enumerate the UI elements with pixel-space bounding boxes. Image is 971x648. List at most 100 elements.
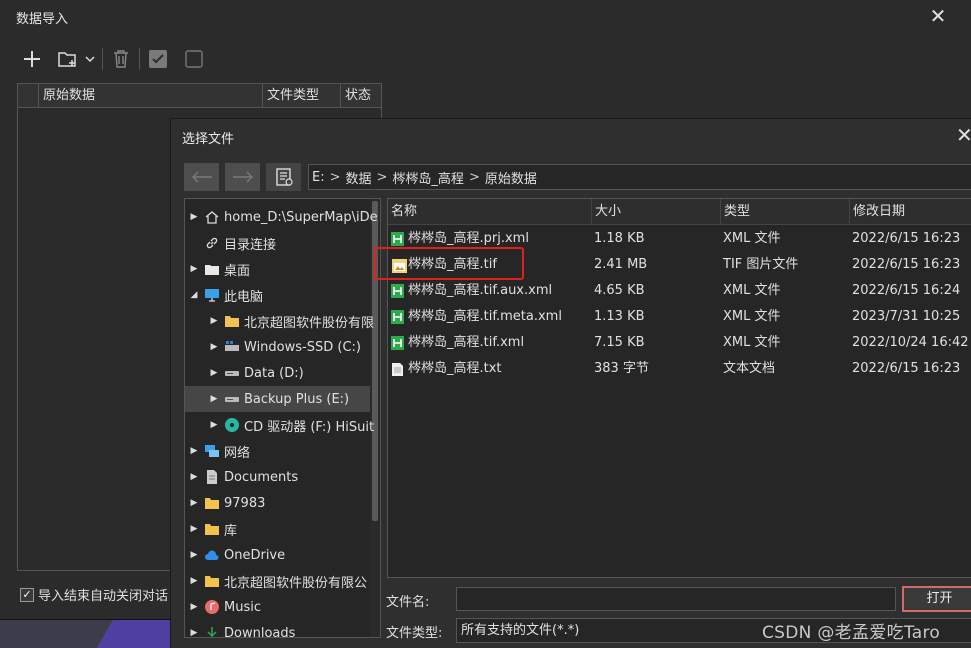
tree-item[interactable]: ▶ 97983: [185, 490, 370, 516]
file-list[interactable]: 名称 大小 类型 修改日期 梣梣岛_高程.prj.xml 1.18 KB XML 文…: [387, 198, 971, 578]
file-size: 2.41 MB: [594, 257, 648, 272]
expand-arrow-icon[interactable]: ▶: [188, 550, 200, 560]
column-header[interactable]: 原始数据: [38, 84, 262, 108]
file-dialog-title: 选择文件: [182, 132, 235, 147]
delete-icon[interactable]: [107, 45, 135, 73]
tree-item[interactable]: ▶ Backup Plus (E:): [185, 386, 370, 412]
recent-locations-button[interactable]: [266, 163, 301, 191]
back-button[interactable]: [184, 163, 219, 191]
expand-arrow-icon[interactable]: ▶: [188, 264, 200, 274]
close-icon[interactable]: ✕: [926, 5, 950, 27]
folder-tree[interactable]: ▶ home_D:\SuperMap\iDe 目录连接 ▶ 桌面 ◢ 此电脑 ▶ 北京超图软件股…: [184, 198, 381, 638]
column-date-header[interactable]: 修改日期: [849, 199, 971, 225]
expand-arrow-icon[interactable]: ▶: [208, 420, 220, 430]
home-icon: [204, 209, 220, 225]
tree-item-label: CD 驱动器 (F:) HiSuit: [244, 419, 375, 435]
scrollbar-thumb[interactable]: [372, 201, 378, 521]
folder-icon: [204, 495, 220, 511]
deselect-all-icon[interactable]: [180, 45, 208, 73]
tree-item-label: Music: [224, 599, 261, 615]
breadcrumb-item[interactable]: 数据: [346, 168, 372, 187]
tree-item-label: Data (D:): [244, 365, 304, 381]
tree-item[interactable]: ▶ CD 驱动器 (F:) HiSuit: [185, 412, 374, 438]
close-icon[interactable]: ✕: [956, 124, 971, 146]
tree-item[interactable]: ▶ Documents: [185, 464, 370, 490]
expand-arrow-icon[interactable]: ▶: [188, 446, 200, 456]
column-header[interactable]: 状态: [340, 84, 383, 108]
chevron-down-icon[interactable]: [82, 45, 98, 73]
file-date: 2023/7/31 10:25: [852, 309, 961, 324]
expand-arrow-icon[interactable]: ▶: [208, 394, 220, 404]
network-icon: [204, 443, 220, 459]
expand-arrow-icon[interactable]: ▶: [188, 602, 200, 612]
file-row[interactable]: 梣梣岛_高程.tif 2.41 MB TIF 图片文件 2022/6/15 16:23: [388, 252, 971, 278]
cloud-icon: [204, 547, 220, 563]
breadcrumb-item[interactable]: 原始数据: [485, 168, 537, 187]
tree-item[interactable]: ▶ home_D:\SuperMap\iDe: [185, 204, 378, 230]
add-folder-icon[interactable]: [54, 45, 82, 73]
tree-item-label: 库: [224, 523, 238, 539]
file-row[interactable]: 梣梣岛_高程.tif.xml 7.15 KB XML 文件 2022/10/24 16…: [388, 330, 971, 356]
tree-item[interactable]: ▶ 北京超图软件股份有限: [185, 308, 374, 334]
windows-drive-icon: [224, 339, 240, 355]
forward-button[interactable]: [225, 163, 260, 191]
file-row[interactable]: 梣梣岛_高程.txt 383 字节 文本文档 2022/6/15 16:23: [388, 356, 971, 382]
tree-item[interactable]: ▶ 库: [185, 516, 370, 542]
column-header[interactable]: 文件类型: [262, 84, 340, 108]
column-size-header[interactable]: 大小: [591, 199, 720, 225]
expand-arrow-icon[interactable]: ▶: [208, 368, 220, 378]
image-icon: [391, 258, 407, 273]
open-button[interactable]: 打开: [902, 586, 971, 612]
file-size: 1.18 KB: [594, 231, 645, 246]
tree-item-label: 北京超图软件股份有限公: [224, 575, 368, 591]
select-all-icon[interactable]: [144, 45, 172, 73]
file-select-dialog: 选择文件 ✕ E: > 数据 > 梣梣岛_高程 > 原始数据 ▶ home_D:\…: [170, 118, 971, 648]
filename-input[interactable]: [456, 587, 896, 611]
desktop-folder-icon: [204, 261, 220, 277]
cd-drive-icon: [224, 417, 240, 433]
auto-close-label: 导入结束自动关闭对话: [38, 589, 169, 604]
expand-arrow-icon[interactable]: ▶: [188, 576, 200, 586]
column-type-header[interactable]: 类型: [720, 199, 849, 225]
auto-close-option[interactable]: ✓ 导入结束自动关闭对话: [20, 585, 168, 604]
column-name-header[interactable]: 名称: [388, 199, 591, 225]
tree-item[interactable]: 目录连接: [185, 230, 370, 256]
tree-item[interactable]: ▶ 桌面: [185, 256, 370, 282]
expand-arrow-icon[interactable]: ▶: [188, 628, 200, 637]
dialog-title: 数据导入: [16, 12, 69, 27]
expand-arrow-icon[interactable]: ▶: [188, 498, 200, 508]
tree-item[interactable]: ▶ 网络: [185, 438, 370, 464]
file-name: 梣梣岛_高程.tif: [408, 257, 497, 272]
tree-item-label: OneDrive: [224, 547, 286, 563]
file-row[interactable]: 梣梣岛_高程.tif.aux.xml 4.65 KB XML 文件 2022/6/15…: [388, 278, 971, 304]
tree-item[interactable]: ◢ 此电脑: [185, 282, 370, 308]
tree-item-label: 北京超图软件股份有限: [244, 315, 375, 331]
expand-arrow-icon[interactable]: ▶: [188, 472, 200, 482]
file-date: 2022/10/24 16:42: [852, 335, 969, 350]
breadcrumb: E: > 数据 > 梣梣岛_高程 > 原始数据: [308, 164, 971, 190]
expand-arrow-icon[interactable]: ▶: [208, 316, 220, 326]
tree-item[interactable]: ▶ Downloads: [185, 620, 370, 637]
tree-item[interactable]: ▶ 北京超图软件股份有限公: [185, 568, 370, 594]
tree-item[interactable]: ▶ Data (D:): [185, 360, 370, 386]
expand-arrow-icon[interactable]: ▶: [208, 342, 220, 352]
expand-arrow-icon[interactable]: ▶: [188, 212, 200, 222]
breadcrumb-item[interactable]: 梣梣岛_高程: [392, 168, 464, 187]
add-icon[interactable]: [18, 45, 46, 73]
breadcrumb-item[interactable]: E:: [312, 170, 325, 185]
file-name: 梣梣岛_高程.tif.meta.xml: [408, 309, 562, 324]
file-list-header: 名称 大小 类型 修改日期: [388, 199, 971, 225]
file-row[interactable]: 梣梣岛_高程.prj.xml 1.18 KB XML 文件 2022/6/15 16:…: [388, 226, 971, 252]
xml-icon: [391, 336, 404, 350]
arrow-right-icon: [232, 171, 253, 183]
file-name: 梣梣岛_高程.prj.xml: [408, 231, 529, 246]
expand-arrow-icon[interactable]: ◢: [188, 290, 200, 300]
tree-item[interactable]: ▶ Music: [185, 594, 370, 620]
tree-item[interactable]: ▶ Windows-SSD (C:): [185, 334, 370, 360]
file-row[interactable]: 梣梣岛_高程.tif.meta.xml 1.13 KB XML 文件 2023/7/3…: [388, 304, 971, 330]
file-type: XML 文件: [723, 335, 781, 350]
tree-item[interactable]: ▶ OneDrive: [185, 542, 370, 568]
file-type: XML 文件: [723, 309, 781, 324]
expand-arrow-icon[interactable]: ▶: [188, 524, 200, 534]
auto-close-checkbox[interactable]: ✓: [20, 587, 34, 602]
